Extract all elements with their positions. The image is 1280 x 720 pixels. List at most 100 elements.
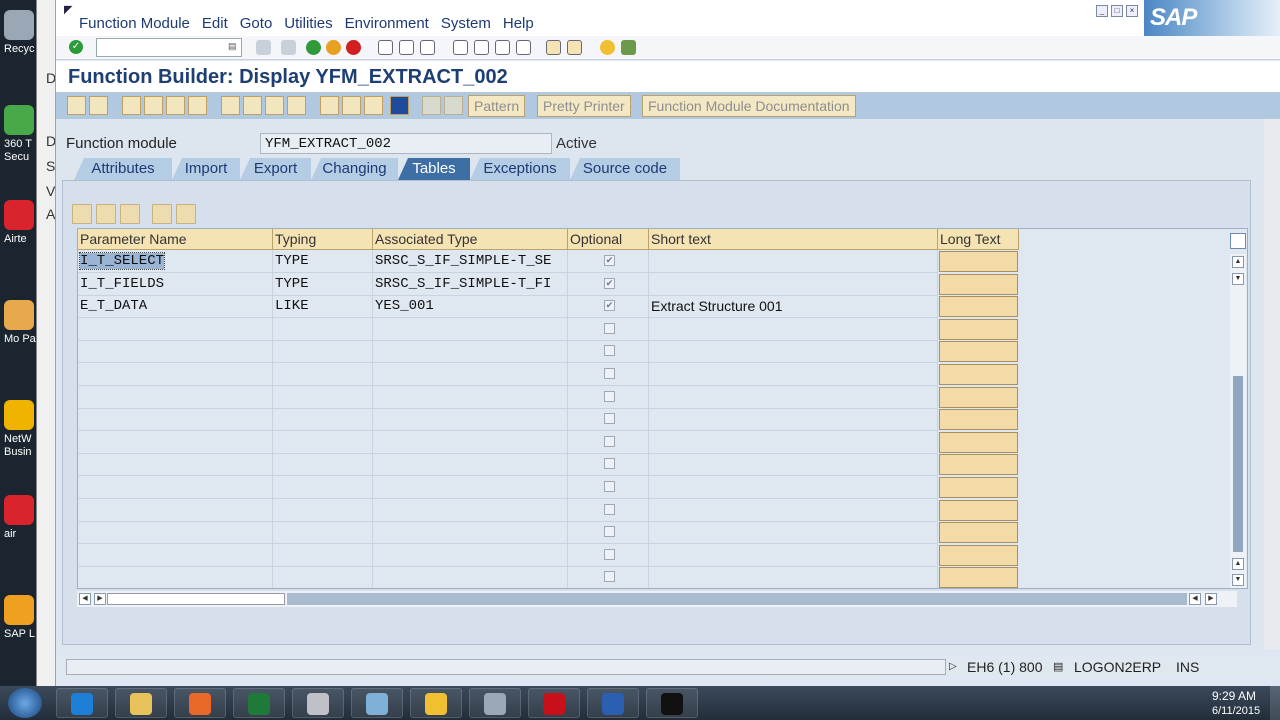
save-icon[interactable]	[256, 40, 271, 55]
short-text-cell[interactable]	[649, 566, 938, 588]
layout-menu-icon[interactable]	[621, 40, 636, 55]
table-row[interactable]	[78, 566, 1019, 588]
taskbar-paint[interactable]	[292, 688, 344, 718]
table-row[interactable]	[78, 385, 1019, 409]
first-page-icon[interactable]	[453, 40, 468, 55]
table-row[interactable]	[78, 476, 1019, 499]
create-session-icon[interactable]	[546, 40, 561, 55]
previous-page-icon[interactable]	[474, 40, 489, 55]
table-vertical-scrollbar[interactable]: ▲ ▼ ▲ ▼	[1230, 254, 1246, 588]
table-row[interactable]: E_T_DATA LIKE YES_001 ✔ Extract Structure 00…	[78, 295, 1019, 319]
optional-checkbox[interactable]: ✔	[604, 300, 615, 312]
parameter-name-cell[interactable]	[78, 430, 273, 454]
optional-cell[interactable]: ✔	[568, 272, 649, 296]
table-horizontal-scrollbar[interactable]: ◀ ▶ ◀ ▶	[77, 591, 1237, 607]
taskbar-excel[interactable]	[233, 688, 285, 718]
optional-checkbox[interactable]: ✔	[604, 255, 615, 266]
associated-type-cell[interactable]	[373, 476, 568, 499]
optional-cell[interactable]	[568, 453, 649, 477]
scroll-left-icon[interactable]: ◀	[79, 593, 91, 605]
tab-changing[interactable]: Changing	[311, 158, 398, 180]
table-row[interactable]	[78, 543, 1019, 567]
tab-source-code[interactable]: Source code	[570, 158, 680, 180]
parameter-name-cell[interactable]	[78, 453, 273, 477]
optional-cell[interactable]: ✔	[568, 295, 649, 319]
optional-cell[interactable]	[568, 476, 649, 499]
short-text-cell[interactable]	[649, 385, 938, 409]
parameter-name-cell[interactable]	[78, 521, 273, 545]
activate-icon[interactable]	[243, 96, 262, 115]
pretty-printer-button[interactable]: Pretty Printer	[537, 95, 631, 117]
parameter-name-cell[interactable]	[78, 363, 273, 386]
associated-type-cell[interactable]	[373, 498, 568, 522]
function-module-field[interactable]: YFM_EXTRACT_002	[260, 133, 552, 154]
short-text-cell[interactable]	[649, 272, 938, 296]
typing-cell[interactable]: LIKE	[273, 295, 373, 319]
associated-type-cell[interactable]: SRSC_S_IF_SIMPLE-T_FI	[373, 272, 568, 296]
long-text-button[interactable]	[939, 477, 1018, 498]
table-row[interactable]	[78, 408, 1019, 432]
table-row[interactable]	[78, 498, 1019, 522]
optional-cell[interactable]	[568, 408, 649, 432]
menu-edit[interactable]: Edit	[202, 15, 228, 32]
scroll-page-right-icon[interactable]: ▶	[1205, 593, 1217, 605]
short-text-cell[interactable]	[649, 543, 938, 567]
print-icon[interactable]	[378, 40, 393, 55]
parameter-name-cell[interactable]	[78, 385, 273, 409]
paste-icon[interactable]	[120, 204, 140, 224]
taskbar-sap-gui[interactable]	[351, 688, 403, 718]
navigation-window-icon[interactable]	[287, 96, 306, 115]
long-text-button[interactable]	[939, 296, 1018, 318]
table-settings-icon[interactable]	[1230, 233, 1246, 249]
associated-type-cell[interactable]	[373, 543, 568, 567]
delete-row-icon[interactable]	[176, 204, 196, 224]
function-module-documentation-button[interactable]: Function Module Documentation	[642, 95, 856, 117]
parameter-name-cell[interactable]	[78, 476, 273, 499]
status-expand-icon[interactable]: ▷	[949, 661, 957, 672]
associated-type-cell[interactable]	[373, 317, 568, 341]
desktop-shortcut[interactable]: Mo Par	[4, 300, 40, 346]
optional-checkbox[interactable]	[604, 503, 615, 515]
optional-cell[interactable]	[568, 521, 649, 545]
long-text-button[interactable]	[939, 251, 1018, 272]
optional-cell[interactable]: ✔	[568, 250, 649, 273]
taskbar-media-player[interactable]	[174, 688, 226, 718]
find-next-icon[interactable]	[420, 40, 435, 55]
tab-tables[interactable]: Tables	[398, 158, 470, 180]
long-text-button[interactable]	[939, 318, 1018, 340]
desktop-shortcut[interactable]: air	[4, 495, 40, 541]
table-row[interactable]: I_T_FIELDS TYPE SRSC_S_IF_SIMPLE-T_FI ✔	[78, 272, 1019, 296]
long-text-button[interactable]	[939, 409, 1018, 431]
typing-cell[interactable]	[273, 476, 373, 499]
table-row[interactable]	[78, 430, 1019, 454]
help-icon[interactable]	[600, 40, 615, 55]
optional-checkbox[interactable]	[604, 548, 615, 560]
tab-import[interactable]: Import	[172, 158, 240, 180]
typing-cell[interactable]	[273, 385, 373, 409]
long-text-button[interactable]	[939, 431, 1018, 453]
column-header-short-text[interactable]: Short text	[649, 229, 938, 250]
window-vertical-scrollbar[interactable]	[1264, 119, 1280, 649]
short-text-cell[interactable]	[649, 498, 938, 522]
column-header-parameter-name[interactable]: Parameter Name	[78, 229, 273, 250]
tab-export[interactable]: Export	[240, 158, 311, 180]
long-text-button[interactable]	[939, 364, 1018, 385]
optional-cell[interactable]	[568, 430, 649, 454]
short-text-cell[interactable]	[649, 476, 938, 499]
insert-row-icon[interactable]	[152, 204, 172, 224]
associated-type-cell[interactable]	[373, 363, 568, 386]
desktop-shortcut[interactable]: 360 T Secu	[4, 105, 40, 164]
optional-cell[interactable]	[568, 385, 649, 409]
long-text-button[interactable]	[939, 522, 1018, 544]
horizontal-scroll-track[interactable]	[287, 593, 1187, 605]
short-text-cell[interactable]	[649, 521, 938, 545]
object-list-icon[interactable]	[166, 96, 185, 115]
cancel-icon[interactable]	[346, 40, 361, 55]
find-icon[interactable]	[399, 40, 414, 55]
menu-utilities[interactable]: Utilities	[284, 15, 332, 32]
desktop-shortcut[interactable]: NetW Busin	[4, 400, 40, 459]
where-used-icon[interactable]	[188, 96, 207, 115]
short-text-cell[interactable]	[649, 250, 938, 273]
long-text-button[interactable]	[939, 544, 1018, 566]
typing-cell[interactable]: TYPE	[273, 250, 373, 273]
